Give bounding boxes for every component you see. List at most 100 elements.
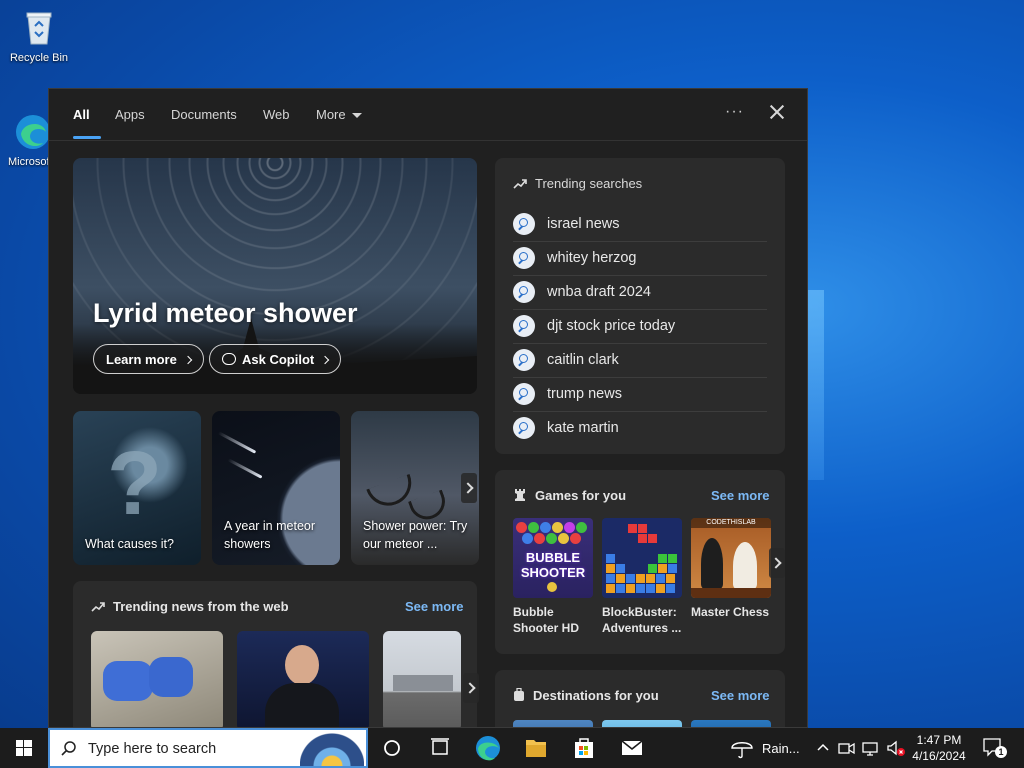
hero-card[interactable]: Lyrid meteor shower Learn more Ask Copil… (73, 158, 477, 394)
task-view-icon-button[interactable] (416, 728, 464, 768)
taskbar-search-placeholder: Type here to search (88, 741, 217, 757)
action-center-button[interactable]: 1 (982, 736, 1007, 760)
card-label: Shower power: Try our meteor ... (363, 519, 468, 551)
chevron-right-icon (183, 355, 193, 365)
bubble-image (564, 522, 575, 533)
destination-thumbnail[interactable] (602, 720, 682, 727)
trending-search-item[interactable]: israel news (513, 208, 767, 242)
network-button[interactable] (862, 738, 880, 761)
chess-piece-image (701, 538, 723, 590)
trending-search-text: wnba draft 2024 (547, 284, 651, 300)
games-next-button[interactable] (769, 548, 785, 578)
trending-search-item[interactable]: whitey herzog (513, 242, 767, 276)
bubble-image (570, 533, 581, 544)
destinations-title: Destinations for you (533, 688, 659, 703)
taskbar-file-explorer-button[interactable] (512, 728, 560, 768)
more-options-button[interactable]: ··· (725, 103, 744, 121)
close-button[interactable] (767, 102, 787, 122)
card-year-meteor[interactable]: A year in meteor showers (212, 411, 340, 565)
news-thumbnail[interactable] (383, 631, 461, 727)
umbrella-icon (731, 742, 753, 759)
news-see-more-link[interactable]: See more (405, 599, 464, 614)
bubble-image (528, 522, 539, 533)
glove-image (103, 661, 153, 701)
tab-all[interactable]: All (73, 107, 90, 122)
volume-muted-icon (887, 740, 905, 756)
block-image (668, 554, 677, 563)
news-next-button[interactable] (463, 673, 479, 703)
card-what-causes[interactable]: ? What causes it? (73, 411, 201, 565)
taskbar-edge-button[interactable] (464, 728, 512, 768)
active-tab-indicator (73, 136, 101, 139)
bubble-image (534, 533, 545, 544)
destinations-card: Destinations for you See more (495, 670, 785, 727)
trending-search-text: trump news (547, 386, 622, 402)
start-button[interactable] (0, 728, 48, 768)
bubble-shooter-logo: BUBBLE SHOOTER (520, 550, 586, 580)
search-icon (61, 741, 76, 756)
card-label: What causes it? (85, 537, 174, 551)
trending-search-item[interactable]: kate martin (513, 412, 767, 446)
game-tile[interactable]: CODETHISLAB Master Chess (691, 518, 771, 620)
trending-search-item[interactable]: trump news (513, 378, 767, 412)
trending-searches-heading: Trending searches (513, 176, 642, 191)
block-image (656, 574, 665, 583)
desktop-icon-label: Recycle Bin (9, 52, 69, 64)
block-image (638, 524, 647, 533)
games-see-more-link[interactable]: See more (711, 488, 770, 503)
trending-search-text: israel news (547, 216, 620, 232)
trending-search-text: kate martin (547, 420, 619, 436)
trending-search-item[interactable]: djt stock price today (513, 310, 767, 344)
trending-searches-card: Trending searches israel news whitey her… (495, 158, 785, 454)
search-panel: All Apps Documents Web More ··· Lyrid me… (48, 88, 808, 728)
game-tile[interactable]: BUBBLE SHOOTER Bubble Shooter HD (513, 518, 593, 636)
chess-board-image (691, 588, 771, 598)
game-thumbnail: BUBBLE SHOOTER (513, 518, 593, 598)
learn-more-button[interactable]: Learn more (93, 344, 204, 374)
block-image (666, 574, 675, 583)
search-icon (513, 247, 535, 269)
news-thumbnail[interactable] (237, 631, 369, 727)
tab-documents[interactable]: Documents (171, 107, 237, 122)
ask-copilot-label: Ask Copilot (242, 352, 315, 367)
tab-web[interactable]: Web (263, 107, 290, 122)
tab-more[interactable]: More (316, 107, 362, 122)
block-image (646, 574, 655, 583)
game-name: Bubble Shooter HD (513, 605, 579, 635)
trending-icon (513, 179, 527, 189)
task-view-button[interactable] (368, 728, 416, 768)
block-image (606, 584, 615, 593)
destination-thumbnail[interactable] (691, 720, 771, 727)
desktop-icon-recycle-bin[interactable]: Recycle Bin (4, 8, 74, 64)
codethislab-logo: CODETHISLAB (691, 518, 771, 528)
card-shower-power[interactable]: Shower power: Try our meteor ... (351, 411, 479, 565)
desktop-icon-label: Microsoft Edge (8, 156, 48, 168)
meet-now-button[interactable] (838, 738, 856, 761)
trending-news-title: Trending news from the web (113, 599, 289, 614)
game-tile[interactable]: BlockBuster: Adventures ... (602, 518, 682, 636)
news-thumbnail[interactable] (91, 631, 223, 727)
clock[interactable]: 1:47 PM 4/16/2024 (908, 732, 970, 764)
clock-time: 1:47 PM (916, 733, 962, 747)
bubble-image (558, 533, 569, 544)
taskbar-store-button[interactable] (560, 728, 608, 768)
chat-bubble-icon (222, 353, 236, 365)
block-image (606, 554, 615, 563)
volume-button[interactable] (886, 738, 906, 761)
trending-icon (91, 602, 105, 612)
destinations-see-more-link[interactable]: See more (711, 688, 770, 703)
trending-search-item[interactable]: wnba draft 2024 (513, 276, 767, 310)
taskbar-search-input[interactable]: Type here to search (48, 728, 368, 768)
ask-copilot-button[interactable]: Ask Copilot (209, 344, 342, 374)
trending-search-item[interactable]: caitlin clark (513, 344, 767, 378)
cards-next-button[interactable] (461, 473, 477, 503)
block-image (636, 584, 645, 593)
destination-thumbnail[interactable] (513, 720, 593, 727)
chevron-right-icon (320, 355, 330, 365)
tab-apps[interactable]: Apps (115, 107, 145, 122)
suitcase-icon (514, 687, 524, 701)
show-hidden-icons-button[interactable] (816, 738, 830, 761)
block-image (626, 584, 635, 593)
taskbar-mail-button[interactable] (608, 728, 656, 768)
weather-widget[interactable]: Rain... (730, 736, 810, 760)
